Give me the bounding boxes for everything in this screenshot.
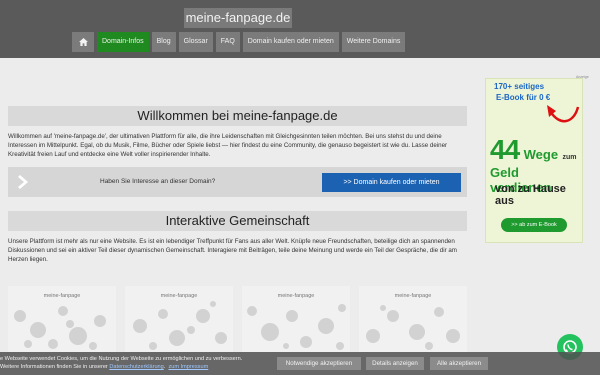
welcome-text: Willkommen auf 'meine-fanpage.de', der u… <box>8 133 448 158</box>
accept-necessary-button[interactable]: Notwendige akzeptieren <box>277 357 361 370</box>
cookie-line2: Weitere Informationen finden Sie in unse… <box>0 364 209 370</box>
ad-zum: zum <box>562 154 577 161</box>
gallery-thumbnail[interactable]: meine-fanpage <box>242 286 350 352</box>
gallery-thumbnail[interactable]: meine-fanpage <box>8 286 116 352</box>
privacy-link[interactable]: Datenschutzerklärung <box>109 364 163 370</box>
thumbnail-label: meine-fanpage <box>394 293 432 299</box>
show-details-button[interactable]: Details anzeigen <box>366 357 424 370</box>
community-heading: Interaktive Gemeinschaft <box>8 211 467 231</box>
ad-line1: 170+ seitiges <box>494 82 545 91</box>
nav-domain-kaufen[interactable]: Domain kaufen oder mieten <box>242 32 339 52</box>
curved-arrow-icon <box>547 105 580 123</box>
nav-domain-infos[interactable]: Domain-Infos <box>97 32 149 52</box>
thumbnail-label: meine-fanpage <box>277 293 315 299</box>
gallery-thumbnail[interactable]: meine-fanpage <box>359 286 467 352</box>
chevron-right-icon <box>18 175 28 189</box>
ad-wege: Wege <box>523 147 559 162</box>
gallery-thumbnail[interactable]: meine-fanpage <box>125 286 233 352</box>
ad-ebook-button[interactable]: >> ab zum E-Book <box>501 218 567 232</box>
cookie-line1: e Webseite verwendet Cookies, um die Nut… <box>0 356 243 362</box>
cookie-text: e Webseite verwendet Cookies, um die Nut… <box>0 355 270 371</box>
nav-faq[interactable]: FAQ <box>215 32 240 52</box>
home-icon <box>78 38 88 46</box>
ad-big-number: 44 <box>490 134 520 165</box>
domain-offer-box: Haben Sie Interesse an dieser Domain? >>… <box>8 167 467 197</box>
welcome-heading: Willkommen bei meine-fanpage.de <box>8 106 467 126</box>
nav-home[interactable] <box>72 32 94 52</box>
imprint-link[interactable]: zum Impressum <box>168 364 208 370</box>
ad-line2: E-Book für 0 € <box>496 93 551 102</box>
nav-glossar[interactable]: Glossar <box>178 32 213 52</box>
site-title[interactable]: meine-fanpage.de <box>184 8 292 28</box>
site-header: meine-fanpage.de Domain-Infos Blog Gloss… <box>0 0 600 58</box>
ad-haus: von zu Hause aus <box>495 183 566 207</box>
main-content: Willkommen bei meine-fanpage.de Willkomm… <box>8 106 467 264</box>
cookie-line2-prefix: Weitere Informationen finden Sie in unse… <box>0 364 108 370</box>
main-nav: Domain-Infos Blog Glossar FAQ Domain kau… <box>72 32 406 52</box>
community-text: Unsere Plattform ist mehr als nur eine W… <box>8 238 457 263</box>
domain-buy-button[interactable]: >> Domain kaufen oder mieten <box>322 173 461 192</box>
thumbnail-label: meine-fanpage <box>160 293 198 299</box>
thumbnail-gallery: meine-fanpage meine-fanpage meine-fanpag… <box>8 286 467 352</box>
nav-blog[interactable]: Blog <box>151 32 176 52</box>
accept-all-button[interactable]: Alle akzeptieren <box>430 357 488 370</box>
cookie-banner: e Webseite verwendet Cookies, um die Nut… <box>0 352 600 375</box>
nav-weitere-domains[interactable]: Weitere Domains <box>341 32 406 52</box>
thumbnail-label: meine-fanpage <box>43 293 81 299</box>
ad-headline: 44 Wege zum <box>490 134 577 166</box>
domain-question: Haben Sie Interesse an dieser Domain? <box>100 178 216 185</box>
